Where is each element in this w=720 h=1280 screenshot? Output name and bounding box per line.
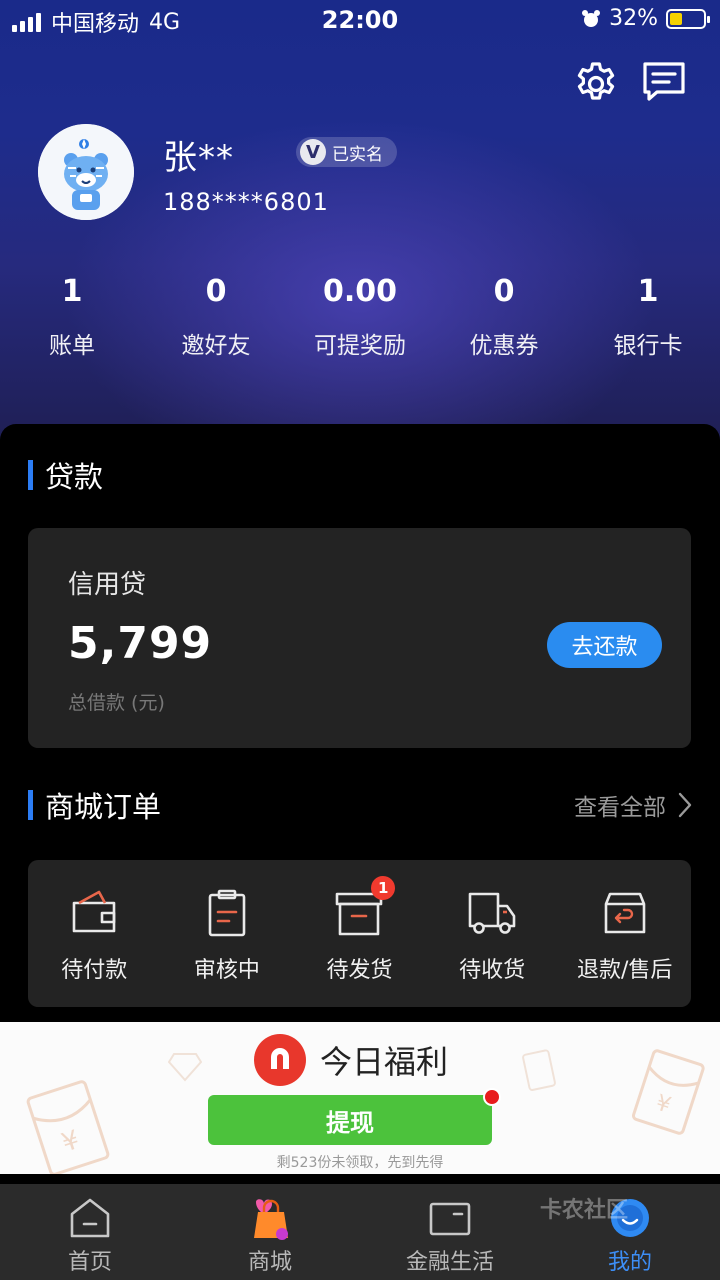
stat-withdrawable-rewards[interactable]: 0.00 可提奖励 — [288, 270, 432, 360]
order-pending-payment[interactable]: 待付款 — [28, 860, 161, 1007]
view-all-orders-link[interactable]: 查看全部 — [574, 788, 692, 822]
svg-text:¥: ¥ — [653, 1091, 674, 1119]
stat-value: 1 — [637, 274, 659, 309]
tab-finance-life[interactable]: 金融生活 — [360, 1184, 540, 1280]
loan-amount-caption: 总借款 (元) — [68, 692, 165, 714]
stat-label: 银行卡 — [613, 333, 683, 359]
clipboard-icon — [208, 889, 246, 937]
alarm-icon — [582, 9, 601, 27]
order-status-label: 退款/售后 — [576, 958, 673, 983]
tab-home[interactable]: 首页 — [0, 1184, 180, 1280]
stat-coupons[interactable]: 0 优惠券 — [432, 270, 576, 360]
stat-label: 邀好友 — [181, 333, 251, 359]
ad-title: 今日福利 — [320, 1043, 449, 1081]
battery-icon — [666, 8, 710, 29]
order-refund-after-sales[interactable]: 退款/售后 — [558, 860, 691, 1007]
order-status-card: 待付款 审核中 1 待发货 待收货 退款/售后 — [28, 860, 691, 1007]
loan-product-name: 信用贷 — [68, 570, 147, 600]
status-bar: 中国移动 4G 22:00 32% — [0, 0, 720, 40]
stat-value: 0 — [205, 274, 227, 309]
tab-label: 金融生活 — [405, 1250, 494, 1275]
stat-label: 优惠券 — [469, 333, 539, 359]
tab-mall[interactable]: 商城 — [180, 1184, 360, 1280]
order-status-label: 审核中 — [193, 958, 260, 983]
orders-section-title: 商城订单 — [28, 784, 161, 826]
tiger-mascot-icon — [38, 124, 134, 220]
settings-gear-icon[interactable] — [572, 58, 620, 106]
gem-decoration — [168, 1053, 202, 1082]
credit-loan-card[interactable]: 信用贷 5,799 总借款 (元) 去还款 — [28, 528, 691, 748]
repay-button[interactable]: 去还款 — [547, 622, 662, 668]
red-envelope-decoration: ¥ — [631, 1049, 705, 1135]
avatar[interactable] — [38, 124, 134, 220]
daily-welfare-banner[interactable]: ¥ ¥ 今日福利 提现 剩523份未领取，先到先得 — [0, 1022, 720, 1174]
withdraw-button[interactable]: 提现 — [208, 1095, 492, 1145]
verified-v-icon: V — [300, 139, 326, 165]
chevron-right-icon — [678, 792, 692, 818]
stat-bank-cards[interactable]: 1 银行卡 — [576, 270, 720, 360]
card-icon — [429, 1202, 471, 1236]
home-icon — [70, 1198, 110, 1238]
stat-value: 0.00 — [322, 274, 398, 309]
profile-header: 中国移动 4G 22:00 32% 张** V 已实名 188****6801 … — [0, 0, 720, 440]
magnet-logo-icon — [254, 1034, 306, 1086]
stat-value: 0 — [493, 274, 515, 309]
tab-label: 商城 — [247, 1250, 292, 1275]
stat-label: 可提奖励 — [314, 333, 406, 359]
order-under-review[interactable]: 审核中 — [161, 860, 294, 1007]
loan-section-title: 贷款 — [28, 454, 103, 496]
loan-amount: 5,799 — [68, 618, 213, 669]
return-box-icon — [604, 892, 645, 934]
stat-value: 1 — [61, 274, 83, 309]
order-awaiting-receipt[interactable]: 待收货 — [426, 860, 559, 1007]
verified-label: 已实名 — [332, 144, 383, 165]
wallet-icon — [72, 890, 116, 933]
phone-number: 188****6801 — [163, 188, 329, 216]
watermark: 卡农社区 — [540, 1198, 629, 1223]
order-awaiting-shipment[interactable]: 1 待发货 — [293, 860, 426, 1007]
tab-label: 首页 — [67, 1250, 112, 1275]
order-status-label: 待发货 — [326, 958, 393, 983]
section-title-text: 贷款 — [45, 460, 104, 494]
order-status-label: 待付款 — [61, 958, 128, 983]
stat-invite-friends[interactable]: 0 邀好友 — [144, 270, 288, 360]
view-all-label: 查看全部 — [574, 795, 666, 821]
ad-title-row: 今日福利 — [254, 1034, 448, 1086]
truck-icon — [468, 892, 516, 934]
section-title-text: 商城订单 — [45, 790, 162, 824]
stat-label: 账单 — [49, 333, 95, 359]
notification-dot — [483, 1088, 501, 1106]
tab-label: 我的 — [607, 1250, 652, 1275]
card-decoration — [522, 1049, 556, 1091]
stat-bills[interactable]: 1 账单 — [0, 270, 144, 360]
ad-remaining-note: 剩523份未领取，先到先得 — [276, 1155, 444, 1171]
main-content: 贷款 信用贷 5,799 总借款 (元) 去还款 商城订单 查看全部 待付款 审… — [0, 424, 720, 1024]
notification-badge: 1 — [371, 876, 396, 900]
verified-badge[interactable]: V 已实名 — [296, 137, 397, 167]
order-status-label: 待收货 — [459, 958, 526, 983]
section-accent-bar — [28, 460, 33, 490]
user-name: 张** — [163, 138, 234, 178]
section-accent-bar — [28, 790, 33, 820]
stats-row: 1 账单 0 邀好友 0.00 可提奖励 0 优惠券 1 银行卡 — [0, 270, 720, 360]
shopping-bag-icon — [254, 1199, 288, 1240]
battery-percent: 32% — [609, 6, 658, 31]
message-icon[interactable] — [640, 58, 688, 106]
